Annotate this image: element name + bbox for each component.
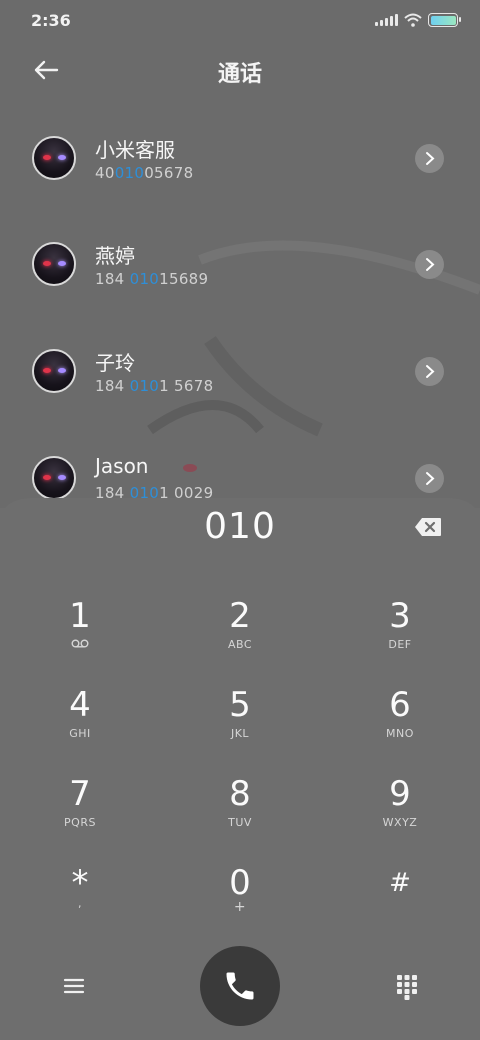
contact-detail-button[interactable] [415, 250, 444, 279]
status-time: 2:36 [31, 11, 71, 30]
key-2[interactable]: 2 ABC [180, 596, 300, 666]
contact-number: 4001005678 [95, 164, 194, 182]
dialpad-icon [397, 975, 417, 1000]
contact-detail-button[interactable] [415, 357, 444, 386]
contact-row[interactable]: 子玲 184 0101 5678 [0, 349, 480, 429]
menu-button[interactable] [62, 974, 86, 998]
key-0[interactable]: 0 + [180, 863, 300, 933]
avatar [32, 349, 76, 393]
key-digit: 8 [229, 774, 251, 814]
contact-name: 子玲 [95, 351, 135, 375]
key-digit: 1 [69, 596, 91, 636]
key-5[interactable]: 5 JKL [180, 685, 300, 755]
header: 通话 [0, 44, 480, 96]
chevron-right-icon [426, 152, 435, 165]
page-title: 通话 [217, 62, 262, 87]
key-letters: ABC [227, 638, 253, 651]
dialpad-toggle-button[interactable] [396, 974, 418, 1000]
key-letters: GHI [69, 727, 91, 740]
status-icons [375, 11, 461, 29]
key-letters: + [233, 899, 247, 915]
key-letters: , [78, 897, 82, 910]
avatar [32, 242, 76, 286]
key-digit: 5 [229, 685, 251, 725]
backspace-icon [415, 518, 441, 536]
chevron-right-icon [426, 365, 435, 378]
key-digit: 6 [389, 685, 411, 725]
key-digit: 3 [389, 596, 411, 636]
key-digit: 7 [69, 774, 91, 814]
key-8[interactable]: 8 TUV [180, 774, 300, 844]
key-7[interactable]: 7 PQRS [20, 774, 140, 844]
contact-row[interactable]: 燕婷 184 01015689 [0, 242, 480, 322]
avatar [32, 136, 76, 180]
key-1[interactable]: 1 [20, 596, 140, 666]
key-letters: MNO [386, 727, 414, 740]
backspace-button[interactable] [414, 517, 442, 537]
signal-icon [375, 14, 398, 26]
dialed-number: 010 [204, 506, 276, 547]
call-button[interactable] [200, 946, 280, 1026]
key-letters: PQRS [64, 816, 96, 829]
contact-name: 燕婷 [95, 244, 135, 268]
key-hash[interactable]: # [340, 863, 460, 933]
key-digit: # [389, 868, 411, 898]
key-digit: 9 [389, 774, 411, 814]
bottom-action-bar [0, 946, 480, 1040]
contact-detail-button[interactable] [415, 144, 444, 173]
key-9[interactable]: 9 WXYZ [340, 774, 460, 844]
key-letters: DEF [388, 638, 412, 651]
key-digit: 4 [69, 685, 91, 725]
contact-name: Jason [95, 454, 149, 478]
contact-name: 小米客服 [95, 138, 175, 162]
key-digit: 0 [229, 863, 251, 903]
key-digit: 2 [229, 596, 251, 636]
key-6[interactable]: 6 MNO [340, 685, 460, 755]
status-bar: 2:36 [0, 0, 480, 40]
key-letters: JKL [230, 727, 250, 740]
voicemail-icon [20, 638, 140, 651]
contact-number: 184 01015689 [95, 270, 209, 288]
contact-row[interactable]: 小米客服 4001005678 [0, 136, 480, 216]
chevron-right-icon [426, 258, 435, 271]
contact-number: 184 0101 5678 [95, 377, 214, 395]
key-3[interactable]: 3 DEF [340, 596, 460, 666]
key-4[interactable]: 4 GHI [20, 685, 140, 755]
key-letters: TUV [228, 816, 252, 829]
key-letters: WXYZ [382, 816, 418, 829]
wifi-icon [404, 13, 422, 27]
hamburger-menu-icon [63, 978, 85, 994]
battery-icon [428, 13, 461, 27]
phone-icon [226, 972, 254, 1000]
key-star[interactable]: * , [20, 863, 140, 933]
